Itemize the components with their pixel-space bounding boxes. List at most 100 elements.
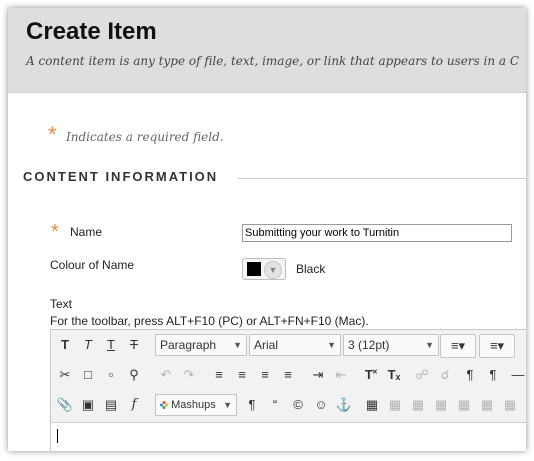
colour-swatch [247, 262, 261, 276]
table-col-before-button[interactable]: ▦ [453, 394, 475, 416]
align-right-icon: ≡ [261, 367, 269, 382]
cut-button[interactable]: ✂ [54, 364, 76, 386]
toolbar-row-1: T T T T Paragraph ▼ Arial ▼ 3 (12pt) ▼ ≡… [51, 332, 526, 360]
create-item-window: Create Item A content item is any type o… [8, 8, 526, 451]
copy-button[interactable]: □ [77, 364, 99, 386]
mashups-select[interactable]: Mashups ▼ [155, 394, 237, 416]
subscript-button[interactable]: Tₓ [383, 364, 405, 386]
colour-of-name-label: Colour of Name [50, 258, 135, 272]
blockquote-button[interactable]: “ [264, 394, 286, 416]
media-button[interactable]: ▤ [100, 394, 122, 416]
align-left-icon: ≡ [215, 367, 223, 382]
chevron-down-icon: ▼ [233, 340, 242, 350]
format-select[interactable]: Paragraph ▼ [155, 334, 247, 356]
page-title: Create Item [26, 18, 157, 45]
size-select[interactable]: 3 (12pt) ▼ [343, 334, 439, 356]
paragraph-ltr-icon: ¶ [466, 367, 474, 382]
indent-button[interactable]: ⇥ [307, 364, 329, 386]
formula-icon: f [131, 397, 137, 412]
chevron-down-icon: ▼ [223, 400, 232, 410]
special-char-button[interactable]: © [287, 394, 309, 416]
editor-content-area[interactable] [51, 422, 526, 451]
colour-picker[interactable]: ▼ [242, 258, 286, 280]
toolbar-row-2: ✂ □ ▫ ⚲ ↶ ↷ ≡ ≡ ≡ ≡ ⇥ ⇤ T˟ Tₓ ☍ ☌ ¶ ¶ — [51, 362, 526, 390]
math-button[interactable]: f [123, 394, 145, 416]
bullet-list-button[interactable]: ≡▾ [440, 334, 476, 358]
name-label: Name [70, 225, 103, 239]
superscript-button[interactable]: T˟ [360, 364, 382, 386]
table-delete-col-button[interactable]: ▦ [499, 394, 521, 416]
table-delete-row-button[interactable]: ▦ [430, 394, 452, 416]
table-col-icon: ▦ [480, 397, 494, 412]
format-select-value: Paragraph [160, 338, 217, 352]
emoticon-button[interactable]: ☺ [310, 394, 332, 416]
colour-value: Black [296, 262, 326, 276]
paperclip-icon: 📎 [56, 397, 74, 412]
rtl-button[interactable]: ¶ [482, 364, 504, 386]
redo-icon: ↷ [183, 367, 195, 382]
underline-icon: T [107, 337, 115, 352]
text-label: Text [50, 297, 73, 311]
film-icon: ▤ [104, 397, 118, 412]
table-row-after-button[interactable]: ▦ [407, 394, 429, 416]
clipboard-icon: ▫ [108, 367, 114, 382]
italic-button[interactable]: T [77, 334, 99, 356]
chevron-down-icon: ▼ [425, 340, 434, 350]
indent-icon: ⇥ [312, 367, 324, 382]
anchor-button[interactable]: ⚓ [333, 394, 355, 416]
scissors-icon: ✂ [59, 367, 71, 382]
align-left-button[interactable]: ≡ [208, 364, 230, 386]
horizontal-rule-button[interactable]: — [507, 364, 526, 386]
toolbar-hint: For the toolbar, press ALT+F10 (PC) or A… [50, 314, 369, 328]
page-description: A content item is any type of file, text… [26, 54, 520, 68]
strikethrough-button[interactable]: T [123, 334, 145, 356]
paragraph-rtl-icon: ¶ [489, 367, 497, 382]
outdent-icon: ⇤ [335, 367, 347, 382]
font-select[interactable]: Arial ▼ [249, 334, 341, 356]
table-col-after-button[interactable]: ▦ [476, 394, 498, 416]
table-row-icon: ▦ [411, 397, 425, 412]
unlink-button[interactable]: ☌ [434, 364, 456, 386]
redo-button[interactable]: ↷ [178, 364, 200, 386]
text-caret [57, 429, 58, 443]
text-editor: T T T T Paragraph ▼ Arial ▼ 3 (12pt) ▼ ≡… [50, 329, 526, 451]
table-row-before-button[interactable]: ▦ [384, 394, 406, 416]
align-right-button[interactable]: ≡ [254, 364, 276, 386]
paragraph-mark-button[interactable]: ¶ [241, 394, 263, 416]
table-row-icon: ▦ [434, 397, 448, 412]
ltr-button[interactable]: ¶ [459, 364, 481, 386]
numbered-list-button[interactable]: ≡▾ [479, 334, 515, 358]
outdent-button[interactable]: ⇤ [330, 364, 352, 386]
font-select-value: Arial [254, 338, 279, 352]
smiley-icon: ☺ [314, 397, 328, 412]
undo-button[interactable]: ↶ [155, 364, 177, 386]
required-asterisk-icon: * [48, 122, 57, 147]
required-field-text: Indicates a required field. [66, 130, 224, 144]
bold-button[interactable]: T [54, 334, 76, 356]
table-button[interactable]: ▦ [361, 394, 383, 416]
image-button[interactable]: ▣ [77, 394, 99, 416]
required-asterisk-icon: * [51, 221, 59, 243]
link-icon: ☍ [415, 367, 429, 382]
justify-button[interactable]: ≡ [277, 364, 299, 386]
link-button[interactable]: ☍ [411, 364, 433, 386]
page-header: Create Item A content item is any type o… [8, 8, 526, 93]
mashups-icon [160, 401, 168, 410]
search-icon: ⚲ [129, 367, 139, 382]
chevron-down-icon[interactable]: ▼ [264, 261, 282, 279]
horizontal-rule-icon: — [511, 367, 525, 382]
anchor-icon: ⚓ [335, 397, 353, 412]
table-icon: ▦ [365, 397, 379, 412]
section-divider [238, 178, 526, 179]
underline-button[interactable]: T [100, 334, 122, 356]
quote-icon: “ [272, 397, 278, 412]
attach-button[interactable]: 📎 [54, 394, 76, 416]
subscript-icon: Tₓ [387, 367, 401, 382]
find-button[interactable]: ⚲ [123, 364, 145, 386]
paste-button[interactable]: ▫ [100, 364, 122, 386]
numbered-list-icon: ≡▾ [489, 338, 505, 353]
align-center-button[interactable]: ≡ [231, 364, 253, 386]
image-icon: ▣ [81, 397, 95, 412]
name-input[interactable]: Submitting your work to Turnitin [242, 224, 512, 242]
align-center-icon: ≡ [238, 367, 246, 382]
